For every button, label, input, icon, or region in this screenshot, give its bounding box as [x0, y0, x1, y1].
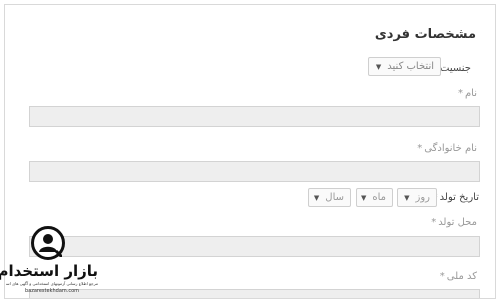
person-search-icon: [31, 226, 65, 260]
birth-place-label: محل تولد*: [431, 217, 477, 228]
gender-select-value: انتخاب کنید: [387, 61, 434, 72]
chevron-down-icon: ▼: [313, 193, 320, 202]
section-title: مشخصات فردی: [374, 27, 476, 42]
chevron-down-icon: ▼: [360, 193, 367, 202]
chevron-down-icon: ▼: [375, 62, 382, 71]
watermark-brand: بازار استخدام: [0, 262, 98, 280]
birth-year-select[interactable]: سال ▼: [308, 188, 351, 207]
birth-day-select[interactable]: روز ▼: [397, 188, 437, 207]
birth-year-value: سال: [325, 192, 344, 203]
birth-day-value: روز: [415, 192, 431, 203]
birth-month-select[interactable]: ماه ▼: [356, 188, 393, 207]
watermark-tagline: مرجع اطلاع رسانی آزمونهای استخدامی و آگه…: [6, 281, 98, 286]
gender-select[interactable]: انتخاب کنید ▼: [368, 57, 441, 76]
national-code-label: کد ملی*: [439, 271, 477, 282]
first-name-input[interactable]: [29, 106, 480, 127]
birth-date-label: تاریخ تولد*: [433, 192, 479, 203]
birth-month-value: ماه: [372, 192, 386, 203]
watermark-logo: بازار استخدام مرجع اطلاع رسانی آزمونهای …: [0, 226, 98, 298]
last-name-input[interactable]: [29, 161, 480, 182]
watermark-url: bazarestekhdam.com: [24, 288, 80, 294]
last-name-label: نام خانوادگی*: [417, 143, 477, 154]
chevron-down-icon: ▼: [404, 193, 410, 202]
first-name-label: نام*: [457, 88, 477, 99]
